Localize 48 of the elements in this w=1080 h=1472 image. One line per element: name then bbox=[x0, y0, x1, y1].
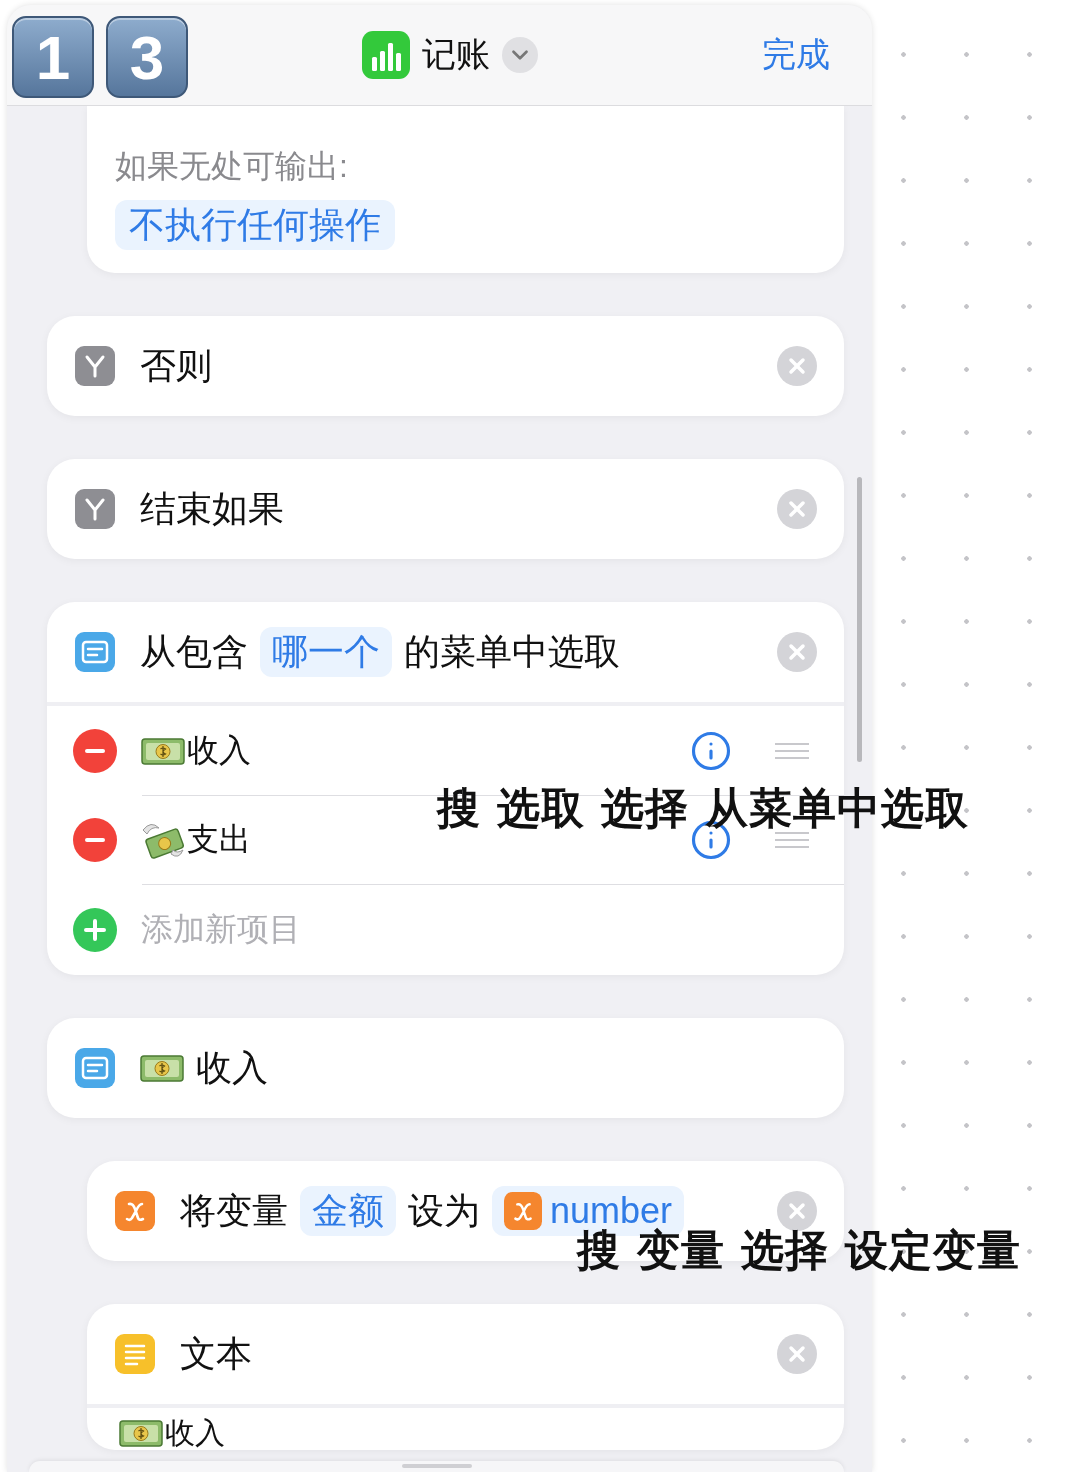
number-keycap: 3 bbox=[106, 16, 188, 98]
menu-item-label[interactable]: 支出 bbox=[187, 817, 251, 862]
action-title: 从包含 bbox=[140, 629, 248, 674]
remove-action-button[interactable] bbox=[777, 346, 817, 386]
branch-icon bbox=[75, 489, 115, 529]
bottom-sheet[interactable] bbox=[29, 1461, 844, 1472]
branch-icon bbox=[75, 346, 115, 386]
number-keycap: 1 bbox=[12, 16, 94, 98]
chevron-down-icon[interactable] bbox=[501, 37, 538, 73]
variable-icon bbox=[115, 1191, 155, 1231]
annotation-text: 搜 选取 选择 从菜单中选取 bbox=[437, 782, 969, 835]
menu-icon bbox=[75, 1048, 115, 1088]
banknote-icon bbox=[140, 1053, 184, 1083]
fallback-label: 如果无处可输出: bbox=[115, 147, 348, 186]
action-title: 收入 bbox=[196, 1045, 268, 1090]
text-content[interactable]: 收入 bbox=[165, 1416, 225, 1450]
minus-icon bbox=[85, 837, 105, 842]
drag-handle-icon[interactable] bbox=[774, 741, 810, 760]
action-title: 设为 bbox=[408, 1188, 480, 1233]
variable-icon bbox=[504, 1192, 542, 1230]
action-title: 否则 bbox=[140, 343, 212, 388]
menu-icon bbox=[75, 632, 115, 672]
add-item-label[interactable]: 添加新项目 bbox=[141, 907, 301, 952]
parameter-token[interactable]: 不执行任何操作 bbox=[115, 200, 395, 250]
remove-action-button[interactable] bbox=[777, 632, 817, 672]
drag-handle-icon[interactable] bbox=[774, 830, 810, 849]
chart-app-icon bbox=[361, 31, 410, 79]
menu-item-label[interactable]: 收入 bbox=[187, 728, 251, 773]
action-title: 的菜单中选取 bbox=[404, 629, 620, 674]
add-item-button[interactable] bbox=[73, 907, 117, 952]
action-title: 将变量 bbox=[180, 1188, 288, 1233]
delete-item-button[interactable] bbox=[73, 817, 117, 862]
plus-icon bbox=[84, 918, 106, 941]
action-title: 文本 bbox=[180, 1331, 252, 1376]
delete-item-button[interactable] bbox=[73, 728, 117, 773]
shortcut-title[interactable]: 记账 bbox=[421, 32, 490, 78]
remove-action-button[interactable] bbox=[777, 1191, 817, 1231]
parameter-token[interactable]: 金额 bbox=[300, 1186, 396, 1236]
parameter-token[interactable]: 哪一个 bbox=[260, 627, 392, 677]
minus-icon bbox=[85, 748, 105, 753]
sheet-grabber[interactable] bbox=[401, 1464, 472, 1468]
banknote-icon bbox=[141, 735, 185, 766]
remove-action-button[interactable] bbox=[777, 489, 817, 529]
banknote-icon bbox=[119, 1418, 163, 1448]
text-lines-icon bbox=[115, 1334, 155, 1374]
done-button[interactable]: 完成 bbox=[762, 32, 830, 78]
remove-action-button[interactable] bbox=[777, 1334, 817, 1374]
action-title: 结束如果 bbox=[140, 486, 284, 531]
